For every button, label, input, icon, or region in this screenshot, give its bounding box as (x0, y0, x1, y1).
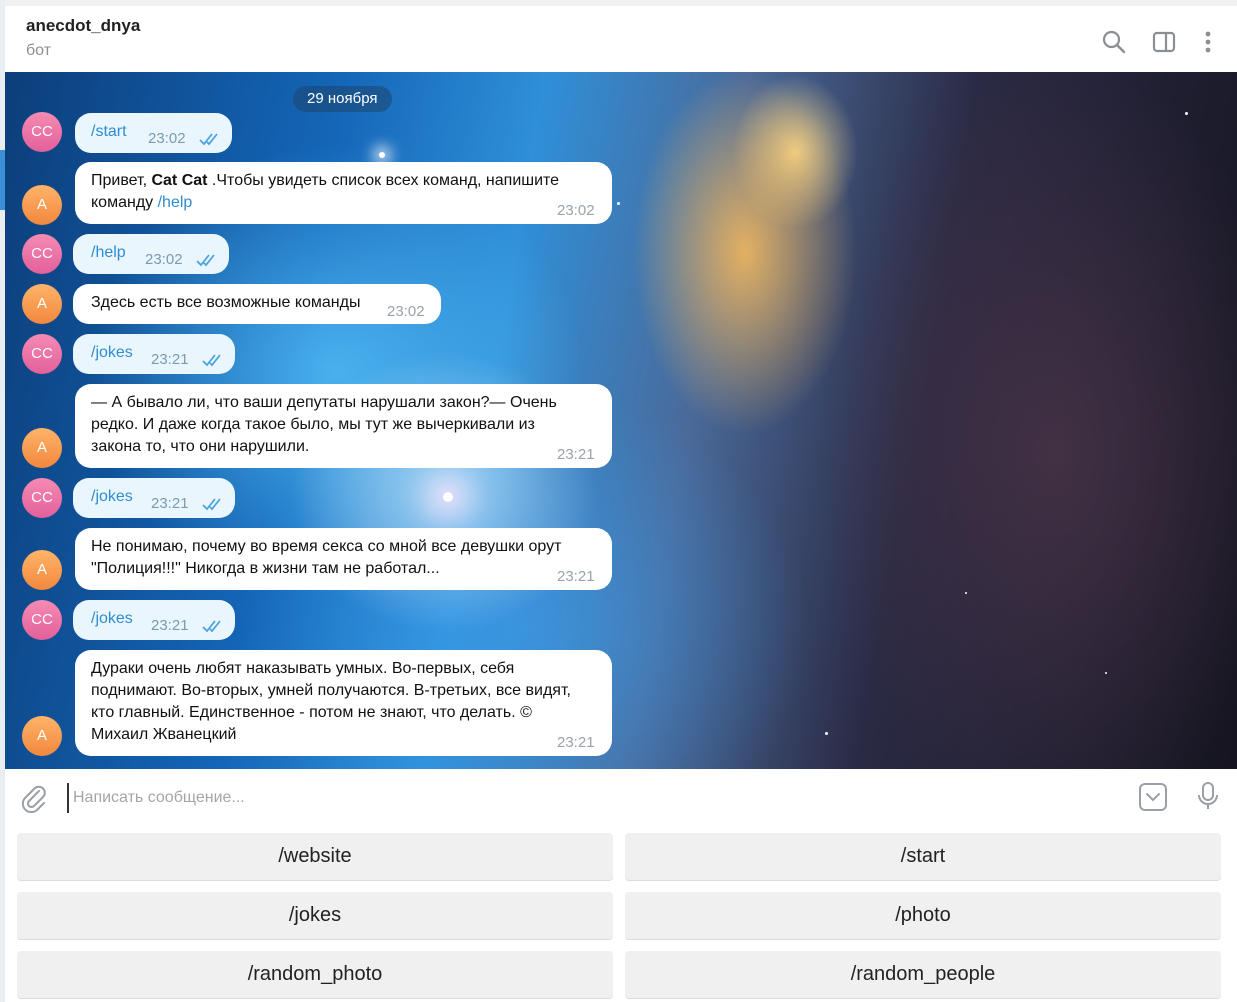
message-text: — А бывало ли, что ваши депутаты нарушал… (91, 394, 557, 455)
message-time: 23:21 (151, 617, 189, 634)
avatar[interactable]: A (22, 185, 62, 225)
message-input-bar (5, 769, 1237, 825)
background-star (825, 732, 828, 735)
message-bubble-incoming[interactable]: Привет, Cat Cat .Чтобы увидеть список вс… (75, 162, 612, 224)
more-vert-icon[interactable] (1194, 28, 1222, 56)
message-bubble-outgoing[interactable]: /help 23:02 (73, 234, 229, 274)
background-star (965, 592, 967, 594)
background-star (617, 202, 620, 205)
attach-icon[interactable] (19, 783, 49, 813)
keyboard-button-start[interactable]: /start (625, 833, 1221, 880)
message-bubble-outgoing[interactable]: /start 23:02 (75, 113, 232, 153)
message-input[interactable] (67, 783, 1075, 813)
message-time: 23:02 (148, 130, 186, 147)
read-ticks-icon (199, 132, 221, 146)
message-bubble-incoming[interactable]: Здесь есть все возможные команды 23:02 (73, 284, 441, 324)
avatar[interactable]: CC (22, 234, 62, 274)
command-link[interactable]: /help (91, 242, 126, 264)
avatar[interactable]: A (22, 284, 62, 324)
date-separator: 29 ноября (293, 86, 392, 112)
message-time: 23:21 (557, 734, 595, 751)
read-ticks-icon (196, 253, 218, 267)
background-star (1185, 112, 1188, 115)
message-bubble-outgoing[interactable]: /jokes 23:21 (73, 334, 235, 374)
sidebar-toggle-icon[interactable] (1150, 28, 1178, 56)
message-text: Не понимаю, почему во время секса со мно… (91, 538, 562, 577)
avatar[interactable]: A (22, 550, 62, 590)
background-star (1105, 672, 1107, 674)
keyboard-button-website[interactable]: /website (17, 833, 613, 880)
message-time: 23:02 (387, 303, 425, 320)
keyboard-button-photo[interactable]: /photo (625, 892, 1221, 939)
keyboard-toggle-icon[interactable] (1138, 782, 1168, 812)
chat-subtitle: бот (26, 42, 52, 59)
avatar[interactable]: CC (22, 112, 62, 152)
avatar[interactable]: A (22, 716, 62, 756)
message-time: 23:21 (151, 351, 189, 368)
microphone-icon[interactable] (1193, 781, 1223, 811)
command-link[interactable]: /jokes (91, 486, 133, 508)
command-link[interactable]: /start (91, 121, 127, 143)
command-link[interactable]: /help (158, 194, 193, 211)
avatar[interactable]: CC (22, 600, 62, 640)
message-time: 23:21 (151, 495, 189, 512)
message-time: 23:02 (557, 202, 595, 219)
search-icon[interactable] (1100, 28, 1128, 56)
message-text: Привет, Cat Cat .Чтобы увидеть список вс… (91, 172, 560, 211)
background-star (443, 492, 453, 502)
background-star (379, 152, 385, 158)
message-bubble-outgoing[interactable]: /jokes 23:21 (73, 600, 235, 640)
avatar[interactable]: CC (22, 334, 62, 374)
read-ticks-icon (202, 353, 224, 367)
chat-title[interactable]: anecdot_dnya (26, 16, 140, 36)
user-name: Cat Cat (151, 172, 208, 189)
keyboard-button-random-photo[interactable]: /random_photo (17, 951, 613, 998)
message-text: Дураки очень любят наказывать умных. Во-… (91, 660, 571, 743)
chat-messages-area[interactable]: 29 ноября CC /start 23:02 A Привет, Cat … (5, 72, 1237, 769)
message-bubble-incoming[interactable]: Не понимаю, почему во время секса со мно… (75, 528, 612, 590)
message-bubble-incoming[interactable]: Дураки очень любят наказывать умных. Во-… (75, 650, 612, 756)
message-time: 23:02 (145, 251, 183, 268)
avatar[interactable]: CC (22, 478, 62, 518)
read-ticks-icon (202, 619, 224, 633)
message-bubble-incoming[interactable]: — А бывало ли, что ваши депутаты нарушал… (75, 384, 612, 468)
read-ticks-icon (202, 497, 224, 511)
keyboard-button-jokes[interactable]: /jokes (17, 892, 613, 939)
keyboard-button-random-people[interactable]: /random_people (625, 951, 1221, 998)
message-text: Здесь есть все возможные команды (91, 294, 361, 311)
command-link[interactable]: /jokes (91, 342, 133, 364)
message-time: 23:21 (557, 568, 595, 585)
command-link[interactable]: /jokes (91, 608, 133, 630)
avatar[interactable]: A (22, 428, 62, 468)
message-bubble-outgoing[interactable]: /jokes 23:21 (73, 478, 235, 518)
message-time: 23:21 (557, 446, 595, 463)
chat-header: anecdot_dnya бот (5, 0, 1237, 72)
